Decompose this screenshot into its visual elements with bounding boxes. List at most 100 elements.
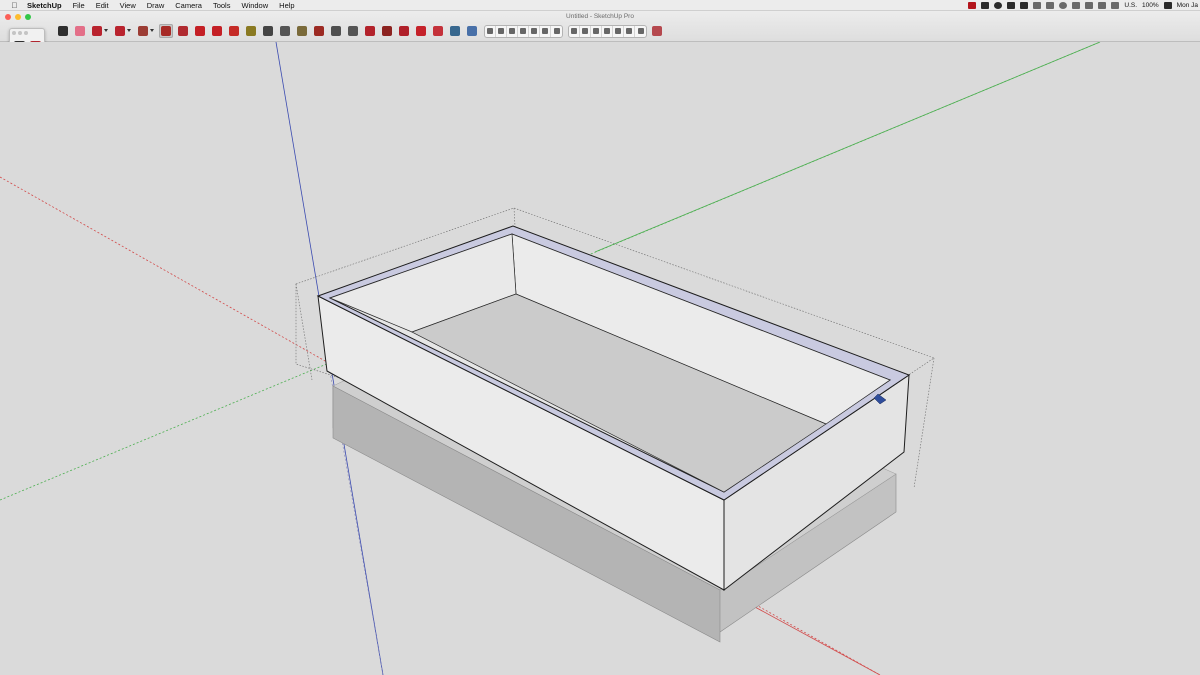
- top-view-button[interactable]: [580, 25, 591, 37]
- scale-tool-button[interactable]: [227, 24, 241, 38]
- wifi-icon[interactable]: [1098, 2, 1107, 9]
- back-view-icon: [615, 28, 621, 34]
- monochrome-icon: [553, 28, 560, 34]
- menu-file[interactable]: File: [73, 1, 85, 10]
- menu-window[interactable]: Window: [241, 1, 268, 10]
- model-viewport[interactable]: [0, 42, 1200, 675]
- notes-icon[interactable]: [1007, 2, 1016, 9]
- layout-tool-button[interactable]: [431, 24, 445, 38]
- shaded-icon: [531, 28, 537, 34]
- scene-drawing: [0, 42, 1101, 675]
- arc-tool-button[interactable]: [113, 24, 131, 38]
- paint-bucket-tool-button[interactable]: [295, 24, 309, 38]
- iso-view-icon: [571, 28, 577, 34]
- back-edges-button[interactable]: [496, 25, 507, 37]
- bluetooth-icon[interactable]: [1072, 2, 1081, 9]
- window-titlebar: Untitled - SketchUp Pro: [0, 11, 1200, 42]
- hidden-line-button[interactable]: [518, 25, 529, 37]
- menubar-status-area: U.S. 100% Mon Ja: [968, 0, 1200, 11]
- rectangle-tool-button[interactable]: [136, 24, 154, 38]
- select-icon: [58, 26, 68, 36]
- move-icon: [195, 26, 205, 36]
- right-view-button[interactable]: [602, 25, 613, 37]
- orbit-tool-button[interactable]: [312, 24, 326, 38]
- clock-label[interactable]: Mon Ja: [1177, 2, 1198, 9]
- front-view-icon: [593, 28, 599, 34]
- xray-button[interactable]: [485, 25, 496, 37]
- eraser-icon: [75, 26, 85, 36]
- paint-bucket-icon: [297, 26, 307, 36]
- creative-cloud-icon[interactable]: [994, 2, 1003, 9]
- back-view-button[interactable]: [613, 25, 624, 37]
- push-pull-tool-button[interactable]: [159, 24, 173, 38]
- flag-icon[interactable]: [1111, 2, 1120, 9]
- camera-icon[interactable]: [1020, 2, 1029, 9]
- monochrome-button[interactable]: [551, 26, 562, 37]
- menu-view[interactable]: View: [120, 1, 136, 10]
- warehouse-tool-button[interactable]: [380, 24, 394, 38]
- face-style-segmented-control: [484, 24, 563, 38]
- battery-percent-label[interactable]: 100%: [1142, 2, 1159, 9]
- pan-tool-button[interactable]: [329, 24, 343, 38]
- screenshot-icon[interactable]: [981, 2, 990, 9]
- standard-views-segmented-control: [568, 24, 647, 38]
- share-model-icon: [416, 26, 426, 36]
- pencil-line-tool-button[interactable]: [90, 24, 108, 38]
- iso-view-button[interactable]: [569, 25, 580, 37]
- front-view-button[interactable]: [591, 25, 602, 37]
- solid-tools-tool-button[interactable]: [650, 24, 664, 38]
- eraser-tool-button[interactable]: [73, 24, 87, 38]
- window-title: Untitled - SketchUp Pro: [566, 13, 634, 20]
- dropdown-caret-icon: [104, 29, 108, 32]
- move-tool-button[interactable]: [193, 24, 207, 38]
- shaded-textures-button[interactable]: [540, 25, 551, 37]
- time-machine-icon[interactable]: [1059, 2, 1068, 9]
- record-icon[interactable]: [968, 2, 977, 9]
- volume-icon[interactable]: [1085, 2, 1094, 9]
- bottom-view-button[interactable]: [635, 26, 646, 37]
- menu-camera[interactable]: Camera: [175, 1, 202, 10]
- select-tool-button[interactable]: [56, 24, 70, 38]
- shaded-textures-icon: [542, 28, 548, 34]
- wireframe-button[interactable]: [507, 25, 518, 37]
- xray-icon: [487, 28, 493, 34]
- menu-tools[interactable]: Tools: [213, 1, 231, 10]
- battery-icon[interactable]: [1163, 2, 1172, 9]
- airplay-icon[interactable]: [1046, 2, 1055, 9]
- dimension-tool-button[interactable]: [261, 24, 275, 38]
- hidden-line-icon: [520, 28, 526, 34]
- dropdown-caret-icon: [150, 29, 154, 32]
- zoom-tool-button[interactable]: [346, 24, 360, 38]
- tape-measure-tool-button[interactable]: [244, 24, 258, 38]
- menu-app-name[interactable]: SketchUp: [27, 1, 62, 10]
- menu-bar:  SketchUp File Edit View Draw Camera To…: [0, 0, 1200, 11]
- apple-menu-icon[interactable]: : [10, 1, 19, 10]
- rotate-icon: [212, 26, 222, 36]
- zoom-extents-icon: [365, 26, 375, 36]
- back-edges-icon: [498, 28, 504, 34]
- warehouse-icon: [382, 26, 392, 36]
- dimension-icon: [263, 26, 273, 36]
- menu-help[interactable]: Help: [279, 1, 294, 10]
- palette-titlebar[interactable]: [10, 29, 44, 37]
- orbit-icon: [314, 26, 324, 36]
- keyboard-region-label[interactable]: U.S.: [1124, 2, 1137, 9]
- wireframe-icon: [509, 28, 515, 34]
- zoom-extents-tool-button[interactable]: [363, 24, 377, 38]
- offset-tool-button[interactable]: [176, 24, 190, 38]
- tape-measure-icon: [246, 26, 256, 36]
- display-icon[interactable]: [1033, 2, 1042, 9]
- shaded-button[interactable]: [529, 25, 540, 37]
- text-tool-button[interactable]: [278, 24, 292, 38]
- menu-draw[interactable]: Draw: [147, 1, 165, 10]
- menu-edit[interactable]: Edit: [96, 1, 109, 10]
- arc-icon: [115, 26, 125, 36]
- preview-tool-button[interactable]: [448, 24, 462, 38]
- share-model-tool-button[interactable]: [414, 24, 428, 38]
- extension-warehouse-tool-button[interactable]: [397, 24, 411, 38]
- right-view-icon: [604, 28, 610, 34]
- green-axis-solid: [594, 42, 1101, 253]
- left-view-button[interactable]: [624, 25, 635, 37]
- extension-manager-tool-button[interactable]: [465, 24, 479, 38]
- rotate-tool-button[interactable]: [210, 24, 224, 38]
